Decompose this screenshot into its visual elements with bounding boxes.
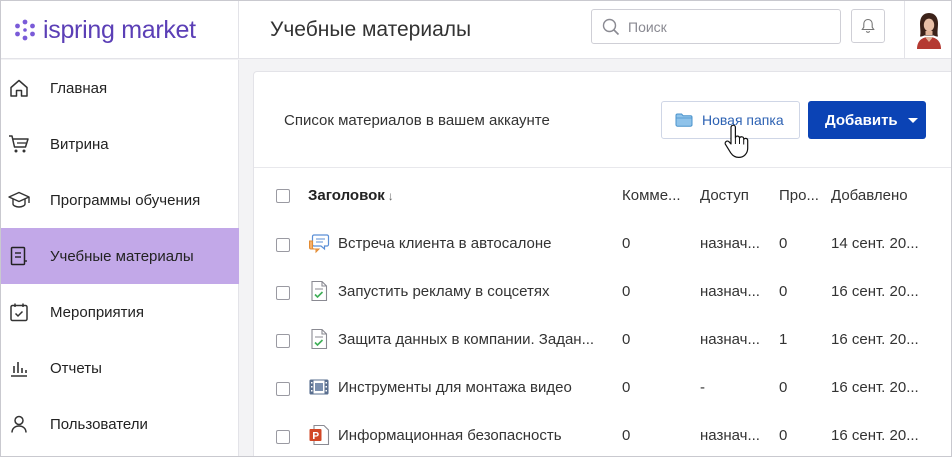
sidebar-item-programs[interactable]: Программы обучения	[1, 172, 239, 228]
document-icon	[8, 245, 30, 267]
avatar	[917, 13, 941, 49]
sidebar-item-reports[interactable]: Отчеты	[1, 340, 239, 396]
views-count: 0	[779, 379, 788, 396]
powerpoint-icon	[309, 424, 330, 446]
graduation-cap-icon	[8, 189, 30, 211]
added-date: 16 сент. 20...	[831, 379, 919, 396]
logo[interactable]: ispring market	[1, 1, 239, 59]
access-value: назнач...	[700, 427, 760, 444]
ispring-logo-icon	[15, 19, 35, 41]
sidebar: Главная Витрина Программы обучения Учебн…	[1, 60, 239, 456]
comments-count: 0	[622, 331, 631, 348]
column-access-header[interactable]: Доступ	[700, 187, 749, 204]
row-checkbox[interactable]	[276, 286, 290, 300]
comments-count: 0	[622, 283, 631, 300]
search-input[interactable]	[628, 18, 828, 35]
user-menu[interactable]	[904, 1, 951, 59]
column-comments-header[interactable]: Комме...	[622, 187, 688, 204]
column-added-header[interactable]: Добавлено	[831, 187, 908, 204]
table-row[interactable]: Встреча клиента в автосалоне 0 назнач...…	[254, 221, 951, 269]
sidebar-item-label: Главная	[50, 79, 108, 97]
sidebar-item-users[interactable]: Пользователи	[1, 396, 239, 452]
panel-subtitle: Список материалов в вашем аккаунте	[284, 112, 550, 129]
comments-count: 0	[622, 379, 631, 396]
added-date: 16 сент. 20...	[831, 331, 919, 348]
column-title-label: Заголовок	[308, 187, 385, 204]
column-title-header[interactable]: Заголовок ↓	[308, 187, 394, 204]
select-all-checkbox[interactable]	[276, 189, 290, 203]
comments-count: 0	[622, 235, 631, 252]
page-title: Учебные материалы	[270, 18, 472, 41]
dialogue-simulation-icon	[309, 234, 330, 254]
row-checkbox[interactable]	[276, 334, 290, 348]
table-row[interactable]: Защита данных в компании. Задан... 0 наз…	[254, 317, 951, 365]
top-bar: ispring market Учебные материалы	[1, 1, 951, 59]
sidebar-item-label: Отчеты	[50, 359, 102, 377]
quiz-icon	[311, 328, 328, 350]
panel-header: Список материалов в вашем аккаунте Новая…	[254, 72, 951, 168]
row-checkbox[interactable]	[276, 430, 290, 444]
access-value: назнач...	[700, 331, 760, 348]
table-row[interactable]: Инструменты для монтажа видео 0 - 0 16 с…	[254, 365, 951, 413]
views-count: 0	[779, 235, 788, 252]
added-date: 16 сент. 20...	[831, 283, 919, 300]
views-count: 0	[779, 427, 788, 444]
sidebar-item-label: Мероприятия	[50, 303, 145, 321]
sidebar-item-materials[interactable]: Учебные материалы	[1, 228, 239, 284]
sidebar-item-label: Пользователи	[50, 415, 148, 433]
notifications-button[interactable]	[851, 9, 885, 43]
material-title[interactable]: Инструменты для монтажа видео	[338, 379, 608, 396]
user-icon	[8, 413, 30, 435]
hand-cursor-icon	[724, 124, 749, 158]
video-icon	[309, 379, 329, 395]
views-count: 1	[779, 331, 788, 348]
added-date: 16 сент. 20...	[831, 427, 919, 444]
quiz-icon	[311, 280, 328, 302]
sidebar-item-events[interactable]: Мероприятия	[1, 284, 239, 340]
material-title[interactable]: Запустить рекламу в соцсетях	[338, 283, 608, 300]
material-title[interactable]: Встреча клиента в автосалоне	[338, 235, 608, 252]
material-title[interactable]: Защита данных в компании. Задан...	[338, 331, 608, 348]
access-value: -	[700, 379, 705, 396]
bar-chart-icon	[8, 357, 30, 379]
views-count: 0	[779, 283, 788, 300]
sidebar-item-home[interactable]: Главная	[1, 60, 239, 116]
add-button-label: Добавить	[825, 111, 898, 129]
row-checkbox[interactable]	[276, 382, 290, 396]
access-value: назнач...	[700, 235, 760, 252]
cart-icon	[8, 133, 30, 155]
access-value: назнач...	[700, 283, 760, 300]
materials-panel: Список материалов в вашем аккаунте Новая…	[253, 71, 951, 456]
home-icon	[8, 77, 30, 99]
material-title[interactable]: Информационная безопасность	[338, 427, 608, 444]
logo-text: ispring market	[43, 15, 196, 44]
table-header: Заголовок ↓ Комме... Доступ Про... Добавл…	[254, 169, 951, 221]
sidebar-item-label: Витрина	[50, 135, 109, 153]
added-date: 14 сент. 20...	[831, 235, 919, 252]
table-row[interactable]: Запустить рекламу в соцсетях 0 назнач...…	[254, 269, 951, 317]
chevron-down-icon	[907, 117, 918, 123]
app-window: ispring market Учебные материалы Поиск Г…	[0, 0, 952, 457]
comments-count: 0	[622, 427, 631, 444]
add-button[interactable]: Добавить	[808, 101, 926, 139]
bell-icon	[861, 18, 875, 33]
sort-arrow-icon: ↓	[387, 189, 394, 203]
search-icon	[602, 18, 620, 35]
search-box[interactable]	[591, 9, 841, 44]
column-views-header[interactable]: Про...	[779, 187, 819, 204]
sidebar-item-label: Учебные материалы	[50, 247, 194, 265]
row-checkbox[interactable]	[276, 238, 290, 252]
table-row[interactable]: Информационная безопасность 0 назнач... …	[254, 413, 951, 456]
sidebar-item-label: Программы обучения	[50, 191, 201, 209]
folder-icon	[675, 113, 693, 127]
sidebar-item-showcase[interactable]: Витрина	[1, 116, 239, 172]
calendar-check-icon	[8, 301, 30, 323]
